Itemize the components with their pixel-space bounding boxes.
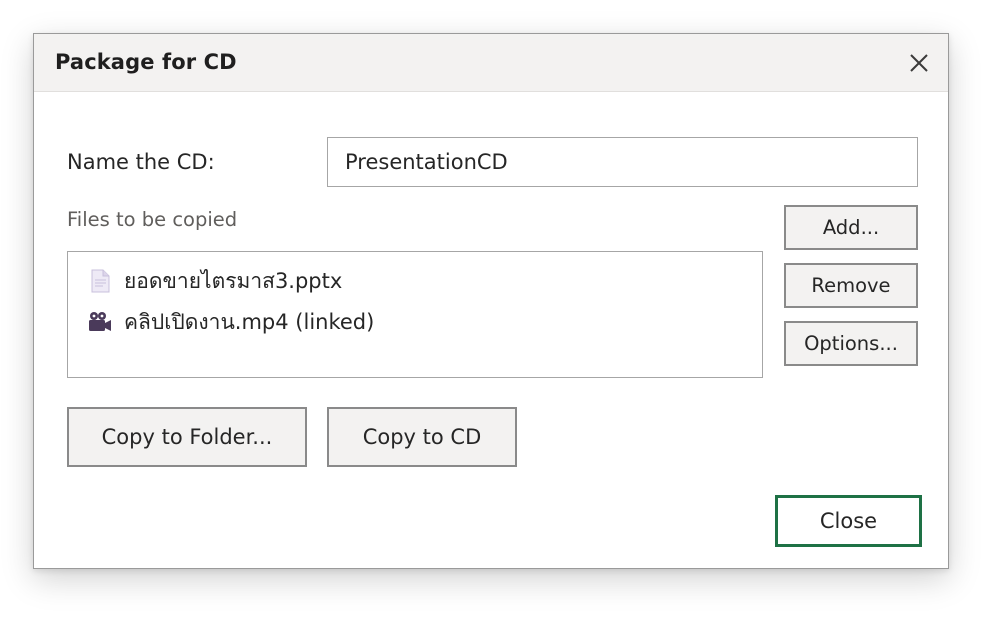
close-button[interactable]: Close [775,495,922,547]
options-button[interactable]: Options... [784,321,918,366]
add-button[interactable]: Add... [784,205,918,250]
list-item-mp4[interactable]: คลิปเปิดงาน.mp4 (linked) [88,307,374,337]
dialog-titlebar: Package for CD [34,34,948,92]
copy-to-folder-button[interactable]: Copy to Folder... [67,407,307,467]
file-name: คลิปเปิดงาน.mp4 (linked) [124,309,375,334]
dialog-title: Package for CD [55,50,237,74]
document-icon [88,269,112,293]
files-to-copy-label: Files to be copied [67,208,238,231]
package-for-cd-dialog: Package for CD Name the CD: Files to be … [33,33,949,569]
name-cd-label: Name the CD: [67,150,215,174]
close-x-icon[interactable] [904,48,934,78]
copy-to-cd-button[interactable]: Copy to CD [327,407,517,467]
video-camera-icon [88,310,112,334]
file-name: ยอดขายไตรมาส3.pptx [124,268,343,293]
remove-button[interactable]: Remove [784,263,918,308]
files-list[interactable]: ยอดขายไตรมาส3.pptx คลิปเปิดงาน.mp4 (link… [67,251,763,378]
list-item-pptx[interactable]: ยอดขายไตรมาส3.pptx [88,266,342,296]
cd-name-input[interactable] [327,137,918,187]
